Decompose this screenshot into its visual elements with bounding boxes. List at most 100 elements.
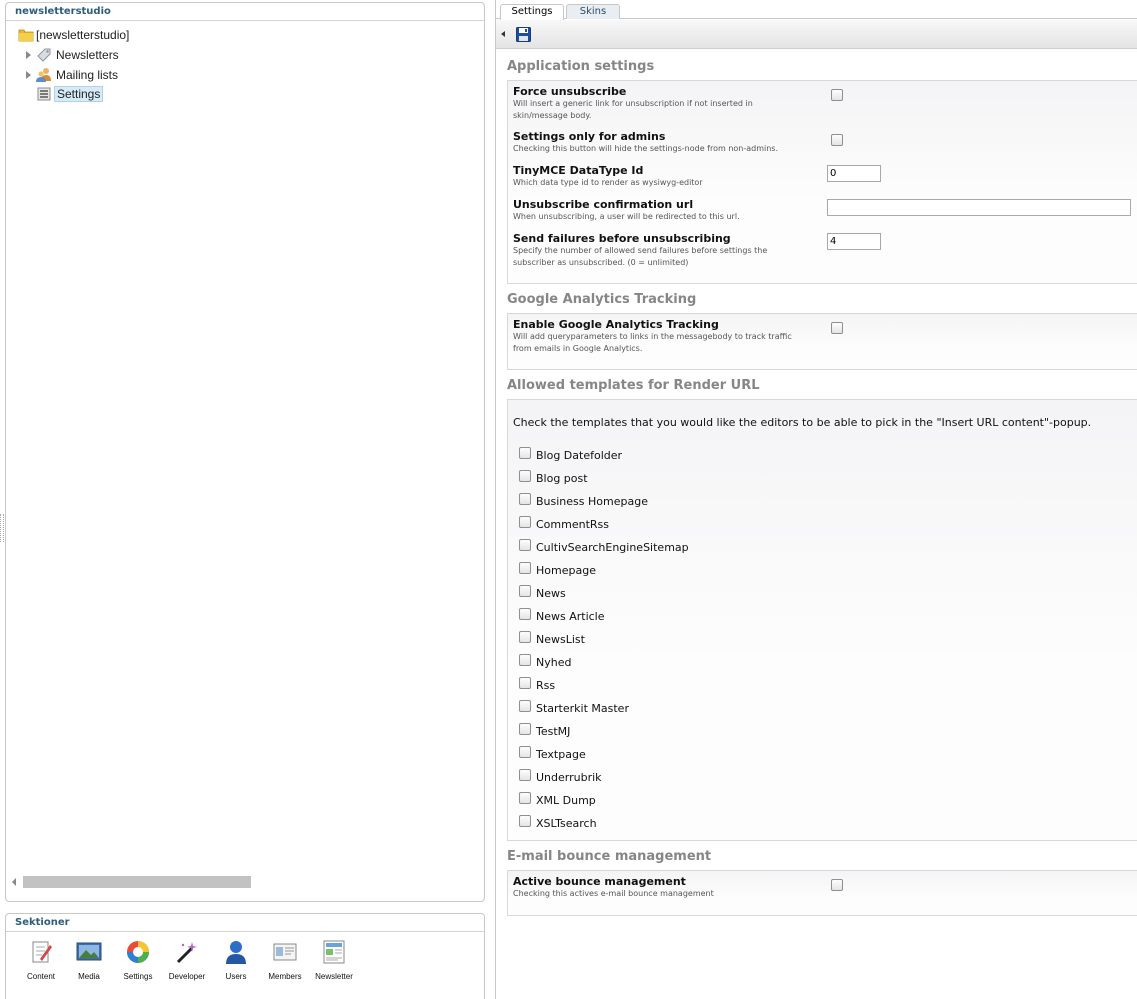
google-analytics-checkbox[interactable] [831,322,843,334]
panel-splitter-handle[interactable] [0,514,4,542]
section-media[interactable]: Media [64,939,114,981]
newsletter-tag-icon [37,48,51,62]
template-checkbox[interactable] [519,654,531,666]
template-checkbox[interactable] [519,447,531,459]
google-analytics-desc: Will add queryparameters to links in the… [513,332,792,353]
template-name: NewsList [536,633,585,646]
section-content[interactable]: Content [16,939,66,981]
section-members[interactable]: Members [260,939,310,981]
sections-panel: Sektioner Content Media Settings Develop… [5,913,485,999]
tree-header: newsletterstudio [6,3,484,21]
template-checkbox[interactable] [519,631,531,643]
template-name: CommentRss [536,518,609,531]
templates-title: Allowed templates for Render URL [507,378,760,393]
section-users[interactable]: Users [211,939,261,981]
template-name: TestMJ [536,725,571,738]
tree-node-label: Mailing lists [56,68,119,82]
tab-settings[interactable]: Settings [500,4,564,20]
template-name: News [536,587,566,600]
template-name: XSLTsearch [536,817,597,830]
settings-wheel-icon [127,941,149,963]
section-label: Users [225,972,247,981]
template-name: Business Homepage [536,495,648,508]
user-icon [226,941,246,964]
section-label: Content [26,972,56,981]
users-group-icon [36,68,51,82]
template-checkbox[interactable] [519,723,531,735]
media-icon [76,942,102,961]
template-name: XML Dump [536,794,596,807]
toolbar [496,20,1137,49]
section-developer[interactable]: Developer [162,939,212,981]
tinymce-id-input[interactable]: 0 [827,165,881,182]
members-card-icon [273,943,297,961]
template-checkbox[interactable] [519,677,531,689]
tree-node-label: Settings [54,86,104,102]
template-checkbox[interactable] [519,493,531,505]
newsletter-icon [323,940,345,964]
tinymce-desc: Which data type id to render as wysiwyg-… [513,178,703,187]
section-label: Newsletter [315,972,353,981]
template-checkbox[interactable] [519,562,531,574]
google-analytics-box: Enable Google Analytics Tracking Will ad… [507,313,1137,370]
sections-header: Sektioner [6,914,484,932]
template-checkbox[interactable] [519,815,531,827]
section-newsletter[interactable]: Newsletter [309,939,359,981]
application-settings-title: Application settings [507,59,655,74]
scroll-left-icon[interactable] [12,878,16,886]
template-checkbox[interactable] [519,792,531,804]
template-name: Nyhed [536,656,572,669]
templates-intro: Check the templates that you would like … [513,416,1092,429]
horizontal-scrollbar[interactable] [10,875,476,889]
folder-icon [18,29,34,42]
developer-wand-icon [176,942,197,964]
content-icon [32,941,52,963]
template-name: CultivSearchEngineSitemap [536,541,689,554]
tab-skins[interactable]: Skins [566,4,620,19]
template-name: News Article [536,610,605,623]
expand-arrow-icon[interactable] [26,51,31,59]
template-checkbox[interactable] [519,746,531,758]
admins-only-desc: Checking this button will hide the setti… [513,144,779,153]
section-label: Settings [123,972,153,981]
send-failures-input[interactable]: 4 [827,233,881,250]
template-name: Underrubrik [536,771,602,784]
section-settings[interactable]: Settings [113,939,163,981]
tinymce-label: TinyMCE DataType Id [513,164,644,177]
tree-panel: newsletterstudio [newsletterstudio] News… [5,2,485,902]
template-checkbox[interactable] [519,470,531,482]
bounce-label: Active bounce management [513,875,686,888]
admins-only-label: Settings only for admins [513,130,666,143]
template-name: Homepage [536,564,596,577]
bounce-checkbox[interactable] [831,879,843,891]
force-unsubscribe-checkbox[interactable] [831,89,843,101]
force-unsubscribe-label: Force unsubscribe [513,85,627,98]
back-arrow-icon[interactable] [501,31,505,37]
template-checkbox[interactable] [519,700,531,712]
application-settings-box: Force unsubscribe Will insert a generic … [507,80,1137,284]
template-name: Textpage [536,748,586,761]
template-checkbox[interactable] [519,769,531,781]
tree-node-label: Newsletters [56,48,119,62]
bounce-box: Active bounce management Checking this a… [507,870,1137,916]
send-failures-label: Send failures before unsubscribing [513,232,731,245]
admins-only-checkbox[interactable] [831,134,843,146]
settings-icon [37,87,51,101]
template-checkbox[interactable] [519,585,531,597]
tabs-bar: Settings Skins [496,0,1137,20]
template-checkbox[interactable] [519,516,531,528]
editor-panel: Settings Skins Application settings Forc… [495,0,1137,999]
send-failures-desc: Specify the number of allowed send failu… [513,246,768,267]
force-unsubscribe-desc: Will insert a generic link for unsubscri… [513,99,753,120]
scrollbar-thumb[interactable] [23,876,251,888]
section-label: Members [268,972,302,981]
save-icon[interactable] [516,27,531,42]
unsubscribe-url-label: Unsubscribe confirmation url [513,198,694,211]
unsubscribe-url-input[interactable] [827,199,1131,216]
template-checkbox[interactable] [519,539,531,551]
bounce-title: E-mail bounce management [507,849,712,864]
template-name: Blog Datefolder [536,449,623,462]
template-checkbox[interactable] [519,608,531,620]
expand-arrow-icon[interactable] [26,71,31,79]
template-name: Blog post [536,472,588,485]
